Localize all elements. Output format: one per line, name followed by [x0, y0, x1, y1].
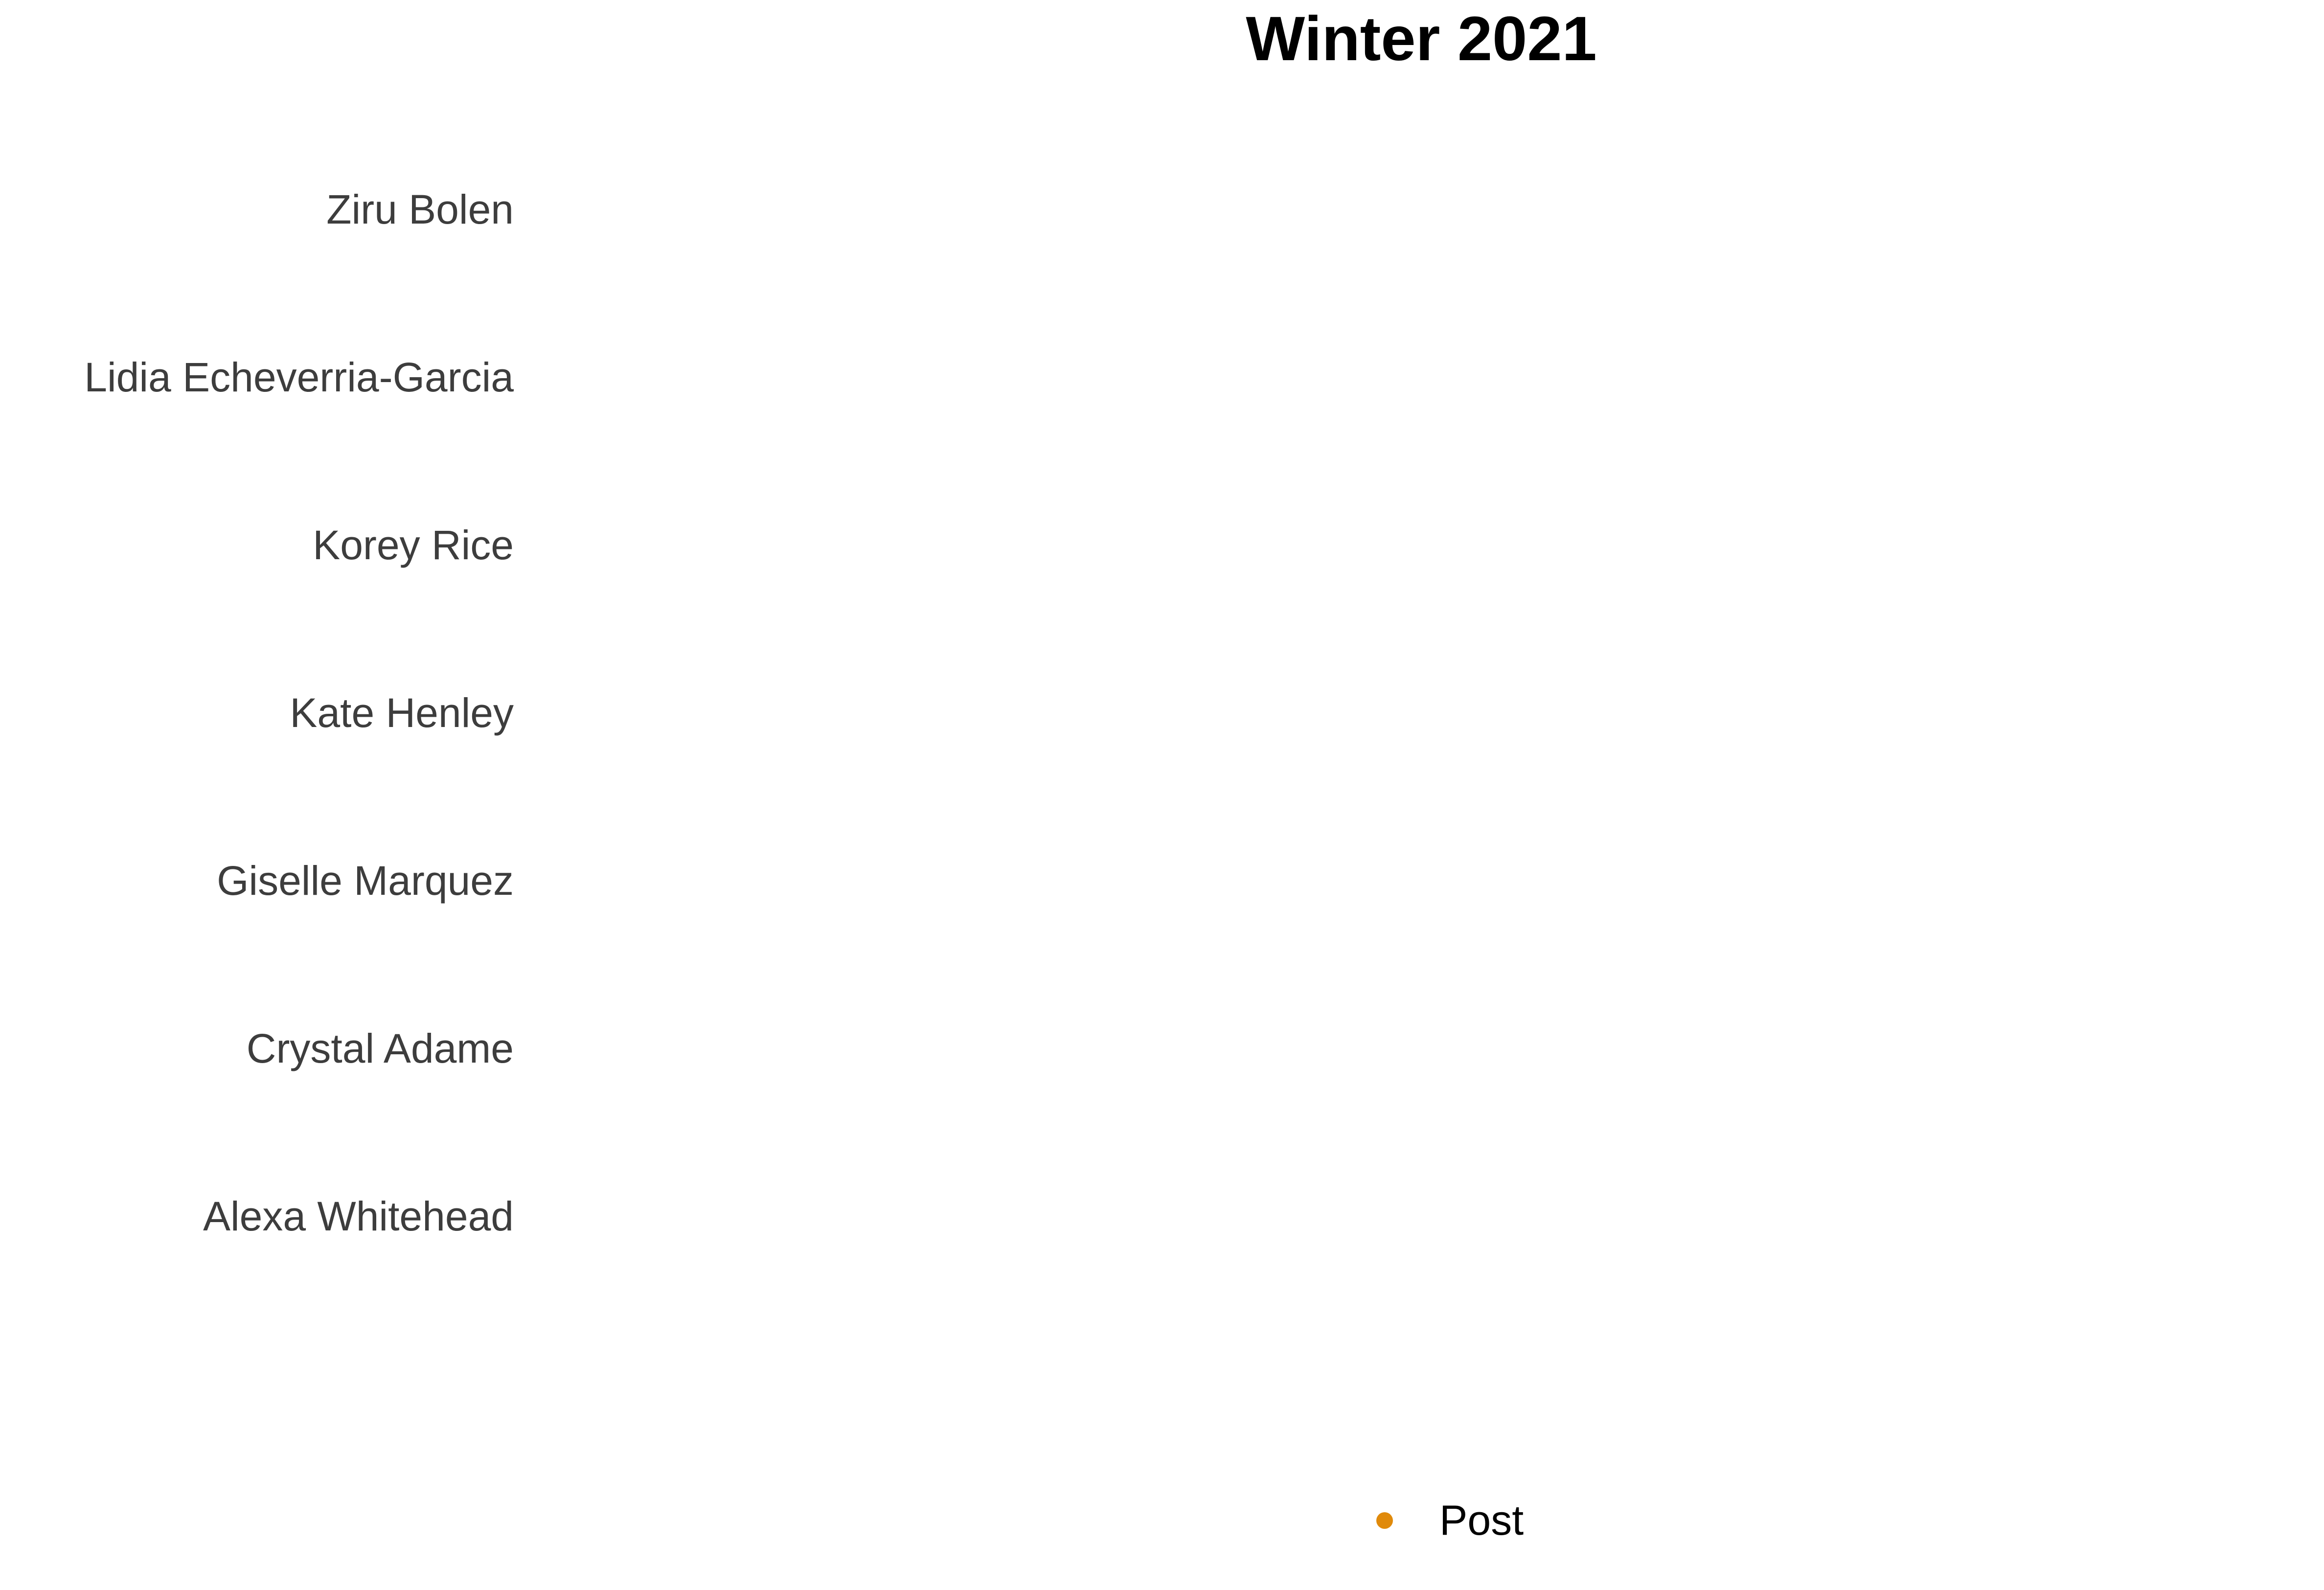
- legend: Post: [1376, 1497, 1524, 1544]
- y-axis-tick-label: Alexa Whitehead: [203, 1193, 514, 1239]
- y-axis-tick-label: Ziru Bolen: [326, 186, 514, 232]
- y-axis-tick-label: Lidia Echeverria-Garcia: [84, 354, 514, 400]
- legend-marker: [1376, 1512, 1393, 1529]
- y-axis-tick-label: Giselle Marquez: [217, 858, 514, 904]
- y-axis-tick-label: Korey Rice: [313, 522, 514, 568]
- y-axis-tick-labels: Ziru Bolen Lidia Echeverria-Garcia Korey R…: [84, 186, 514, 1239]
- chart-svg: Winter 2021 Ziru Bolen Lidia Echeverria-G…: [84, 4, 1596, 1544]
- chart-title: Winter 2021: [1246, 4, 1596, 74]
- y-axis-tick-label: Kate Henley: [290, 690, 514, 736]
- y-axis-tick-label: Crystal Adame: [247, 1025, 514, 1071]
- legend-label: Post: [1439, 1497, 1524, 1544]
- chart-container: Winter 2021 Ziru Bolen Lidia Echeverria-G…: [0, 0, 2324, 1590]
